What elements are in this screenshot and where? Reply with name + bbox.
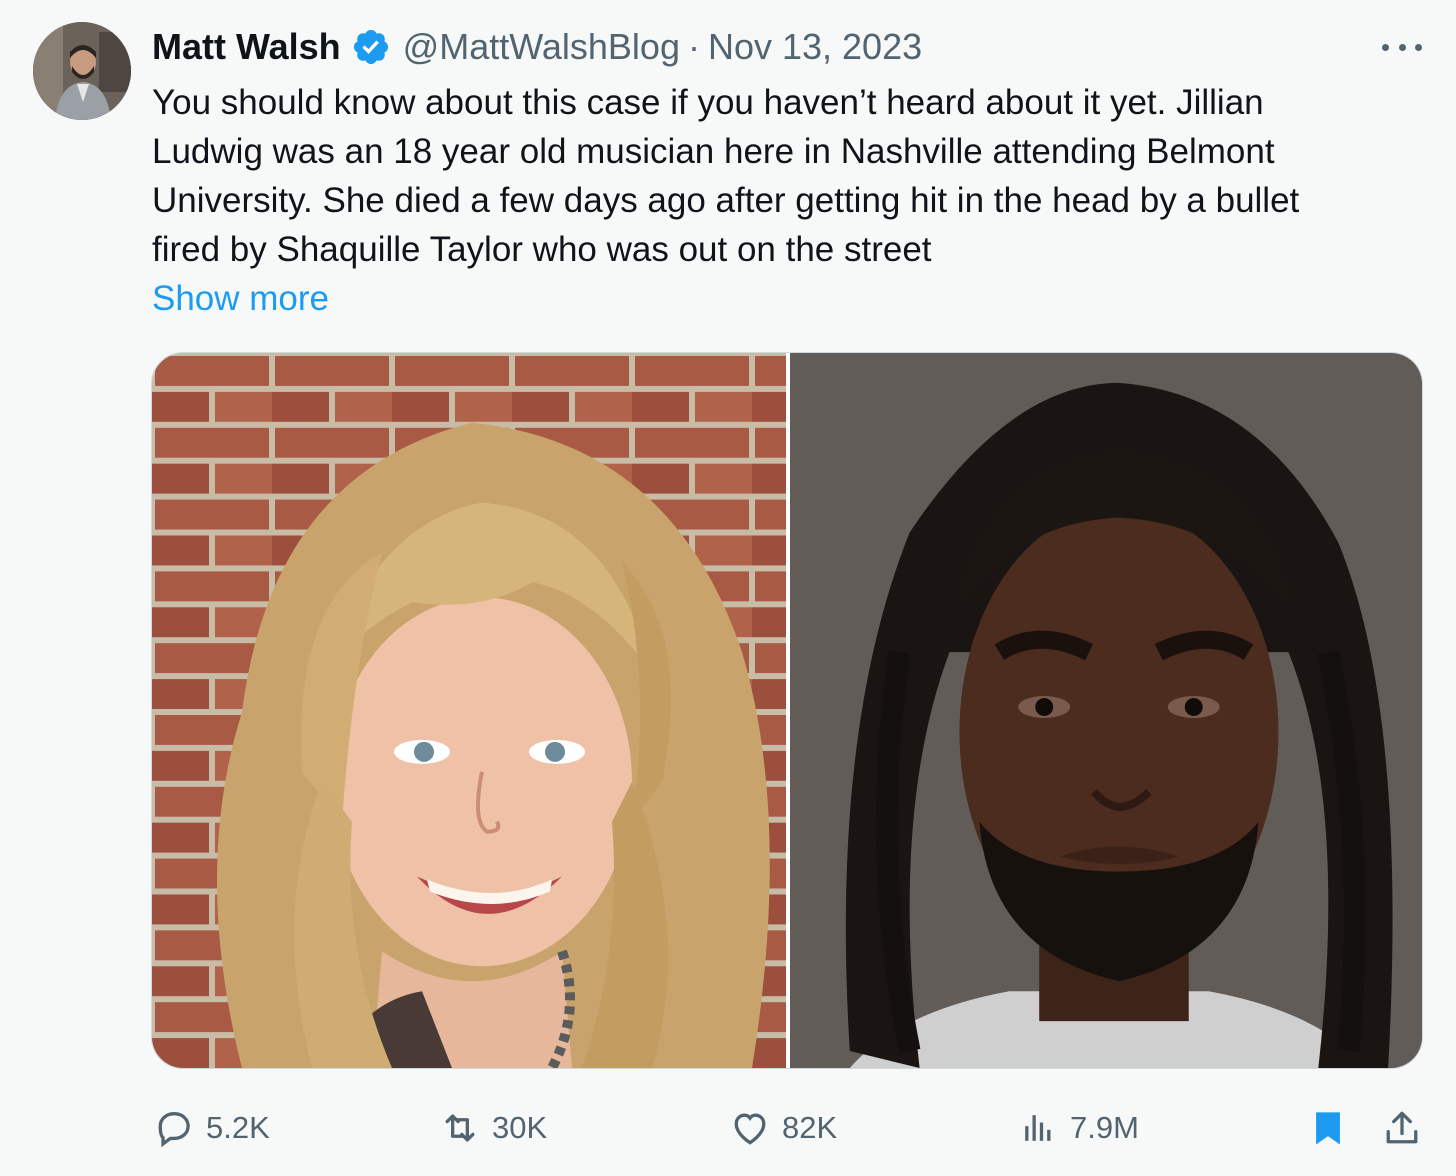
reply-icon bbox=[158, 1112, 190, 1148]
tweet-card[interactable]: Matt Walsh @MattWalshBlog · Nov 13, 2023… bbox=[0, 0, 1456, 1176]
media-image-right[interactable] bbox=[790, 353, 1422, 1068]
post-text: You should know about this case if you h… bbox=[152, 78, 1402, 274]
repost-button[interactable]: 30K bbox=[438, 1100, 547, 1156]
show-more-link[interactable]: Show more bbox=[152, 276, 329, 322]
media-grid bbox=[151, 352, 1423, 1069]
post-text-line: Ludwig was an 18 year old musician here … bbox=[152, 132, 1275, 171]
like-button[interactable]: 82K bbox=[728, 1100, 837, 1156]
header-separator: · bbox=[687, 26, 700, 67]
repost-count: 30K bbox=[492, 1110, 548, 1145]
photo-young-woman-smiling bbox=[152, 353, 786, 1068]
post-date[interactable]: Nov 13, 2023 bbox=[708, 26, 922, 68]
analytics-bars-icon bbox=[1025, 1115, 1051, 1141]
author-handle[interactable]: @MattWalshBlog bbox=[403, 26, 680, 68]
heart-icon bbox=[734, 1113, 766, 1145]
bookmark-button[interactable] bbox=[1306, 1100, 1360, 1156]
view-count: 7.9M bbox=[1070, 1110, 1139, 1145]
avatar[interactable] bbox=[33, 22, 131, 120]
reply-count: 5.2K bbox=[206, 1110, 270, 1145]
reply-button[interactable]: 5.2K bbox=[152, 1100, 270, 1156]
post-header: Matt Walsh @MattWalshBlog · Nov 13, 2023 bbox=[152, 24, 922, 70]
post-text-line: University. She died a few days ago afte… bbox=[152, 181, 1300, 220]
media-image-left[interactable] bbox=[152, 353, 786, 1068]
more-options-icon[interactable] bbox=[1382, 30, 1422, 64]
repost-icon bbox=[445, 1114, 475, 1142]
author-name[interactable]: Matt Walsh bbox=[152, 26, 341, 68]
verified-badge-icon bbox=[353, 29, 388, 65]
post-text-line: You should know about this case if you h… bbox=[152, 83, 1264, 122]
share-upload-icon bbox=[1386, 1111, 1418, 1144]
like-count: 82K bbox=[782, 1110, 838, 1145]
photo-man-mugshot bbox=[790, 353, 1422, 1068]
views-button[interactable]: 7.9M bbox=[1016, 1100, 1139, 1156]
avatar-image bbox=[33, 22, 131, 120]
bookmark-filled-icon bbox=[1316, 1112, 1340, 1145]
post-text-line: fired by Shaquille Taylor who was out on… bbox=[152, 230, 932, 269]
share-button[interactable] bbox=[1380, 1100, 1434, 1156]
action-bar: 5.2K 30K 82K 7.9M bbox=[152, 1100, 1424, 1156]
